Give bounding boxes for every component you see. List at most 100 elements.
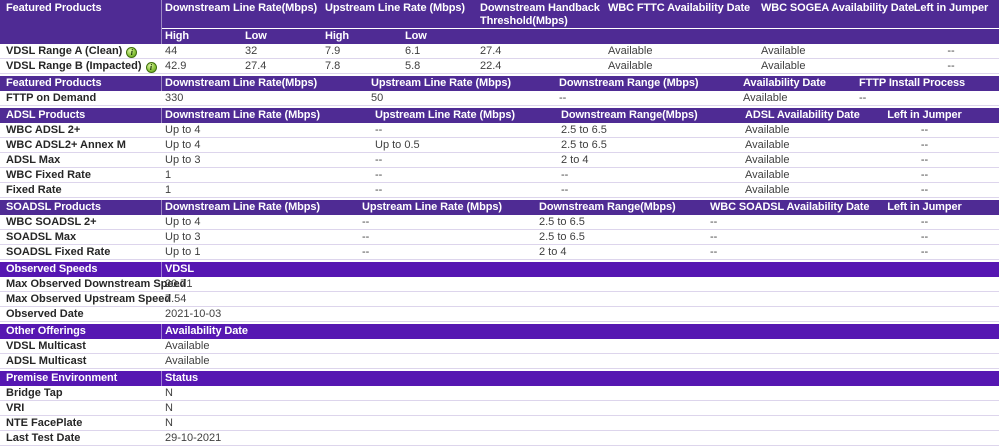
cell-text: -- [375,169,382,181]
cell-text: -- [921,216,928,228]
cell: -- [903,59,999,73]
cell: Available [742,183,850,197]
column-header: Availability Date [162,324,999,339]
cell: -- [850,183,999,197]
cell-text: 29-10-2021 [165,432,221,444]
table-row: Bridge TapN [0,386,999,401]
cell-text: -- [559,92,566,104]
column-header: Upstream Line Rate (Mbps) [359,200,536,215]
cell: N [162,401,999,415]
table-row: Observed Date2021-10-03 [0,307,999,322]
header-band: SOADSL ProductsDownstream Line Rate (Mbp… [0,200,999,215]
table-row: ADSL MaxUp to 3--2 to 4Available-- [0,153,999,168]
row-label: FTTP on Demand [0,91,162,105]
row-label: Bridge Tap [0,386,162,400]
table-row: VDSL Multicast Available [0,339,999,354]
cell-text: Fixed Rate [6,184,62,196]
row-label: Observed Date [0,307,162,321]
row-label: Fixed Rate [0,183,162,197]
cell: -- [372,183,558,197]
info-icon[interactable]: i [146,62,157,73]
cell: Available [742,123,850,137]
cell: 2.5 to 6.5 [536,230,707,244]
cell: 7.54 [162,292,999,306]
cell-text: Available [165,355,209,367]
cell-text: WBC ADSL 2+ [6,124,80,136]
column-header: Upstream Line Rate (Mbps) [368,76,556,91]
table-row: Fixed Rate1----Available-- [0,183,999,198]
cell: Up to 3 [162,153,372,167]
cell: -- [903,44,999,58]
cell-text: 50 [371,92,383,104]
cell-text: Available [745,169,789,181]
cell: Available [742,138,850,152]
cell: 2.5 to 6.5 [536,215,707,229]
sub-column-header: Low [402,29,477,44]
cell-text: Available [165,340,209,352]
cell: Up to 4 [162,123,372,137]
cell: Up to 3 [162,230,359,244]
cell-text: -- [362,246,369,258]
table-other-offerings: Other OfferingsAvailability DateVDSL Mul… [0,324,999,369]
cell: -- [372,123,558,137]
cell-text: -- [710,231,717,243]
cell: -- [359,230,536,244]
cell-text: Available [761,60,805,72]
column-header: Premise Environment [0,371,162,386]
cell-text: 2.5 to 6.5 [561,139,607,151]
cell-text: NTE FacePlate [6,417,82,429]
cell-text: 5.8 [405,60,420,72]
table-row: WBC ADSL 2+Up to 4--2.5 to 6.5Available-… [0,123,999,138]
header-band: Other OfferingsAvailability Date [0,324,999,339]
row-label: SOADSL Fixed Rate [0,245,162,259]
cell: Up to 4 [162,138,372,152]
column-header: Downstream Line Rate(Mbps) [162,0,322,29]
header-band: ADSL ProductsDownstream Line Rate (Mbps)… [0,108,999,123]
cell: Available [742,168,850,182]
cell: 2.5 to 6.5 [558,123,742,137]
cell-text: Up to 3 [165,154,200,166]
table-row: SOADSL MaxUp to 3--2.5 to 6.5---- [0,230,999,245]
cell-text: 32 [245,45,257,57]
cell: -- [850,230,999,244]
cell: -- [372,153,558,167]
table-featured-fttp: Featured ProductsDownstream Line Rate(Mb… [0,76,999,106]
cell-text: SOADSL Fixed Rate [6,246,110,258]
cell: -- [556,91,740,105]
row-label: SOADSL Max [0,230,162,244]
cell-text: 7.8 [325,60,340,72]
cell-text: VDSL Multicast [6,340,86,352]
cell-text: -- [921,231,928,243]
cell-text: Observed Date [6,308,84,320]
row-label: Last Test Date [0,431,162,445]
cell-text: -- [375,124,382,136]
cell-text: 1 [165,169,171,181]
cell-text: 2 to 4 [539,246,567,258]
cell-text: -- [362,216,369,228]
column-header: Availability Date [740,76,856,91]
column-header: Downstream Range(Mbps) [558,108,742,123]
info-icon[interactable]: i [126,47,137,58]
cell: 1 [162,183,372,197]
cell-text: SOADSL Max [6,231,76,243]
cell-text: -- [362,231,369,243]
cell-text: WBC Fixed Rate [6,169,91,181]
row-label: WBC ADSL 2+ [0,123,162,137]
table-featured-vdsl: Featured ProductsDownstream Line Rate(Mb… [0,0,999,74]
cell: -- [707,215,850,229]
cell-text: Available [761,45,805,57]
cell: -- [850,123,999,137]
cell-text: 7.54 [165,293,186,305]
cell-text: 2.5 to 6.5 [561,124,607,136]
cell-text: 2.5 to 6.5 [539,216,585,228]
row-label: VRI [0,401,162,415]
cell-text: VRI [6,402,24,414]
cell: Up to 0.5 [372,138,558,152]
table-soadsl-products: SOADSL ProductsDownstream Line Rate (Mbp… [0,200,999,260]
cell: -- [707,230,850,244]
cell: 27.4 [477,44,605,58]
row-label: Max Observed Upstream Speed [0,292,162,306]
cell-text: Available [745,154,789,166]
cell-text: -- [947,45,954,57]
column-header: Upstream Line Rate (Mbps) [372,108,558,123]
